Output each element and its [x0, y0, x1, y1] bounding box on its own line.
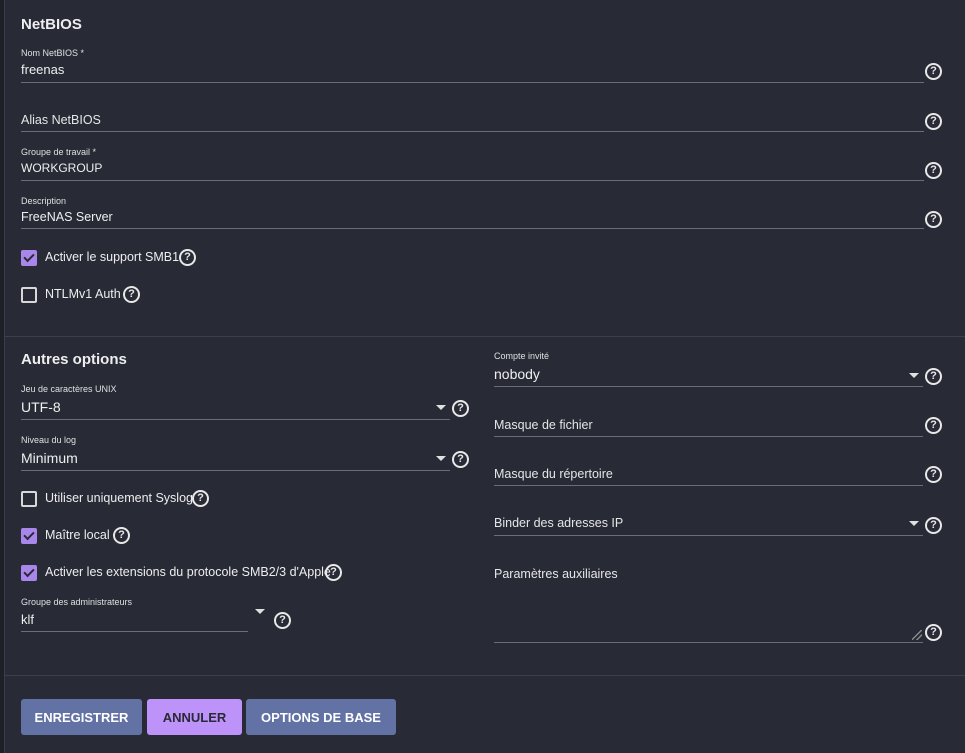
netbios-alias-field[interactable]: Alias NetBIOS: [21, 113, 924, 132]
netbios-alias-input[interactable]: Alias NetBIOS: [21, 113, 924, 127]
help-icon[interactable]: ?: [925, 624, 942, 641]
help-icon[interactable]: ?: [179, 249, 196, 266]
cancel-button[interactable]: ANNULER: [147, 699, 242, 735]
help-icon[interactable]: ?: [925, 517, 942, 534]
syslog-checkbox[interactable]: [21, 491, 37, 507]
help-icon[interactable]: ?: [113, 527, 130, 544]
aux-params-textarea[interactable]: Paramètres auxiliaires: [494, 567, 923, 643]
help-icon[interactable]: ?: [452, 400, 469, 417]
netbios-name-input[interactable]: freenas: [21, 62, 924, 77]
netbios-name-label: Nom NetBIOS *: [21, 48, 85, 58]
netbios-name-field[interactable]: Nom NetBIOS * freenas: [21, 48, 924, 83]
syslog-label[interactable]: Utiliser uniquement Syslog: [45, 491, 193, 505]
help-icon[interactable]: ?: [123, 286, 140, 303]
local-master-checkbox[interactable]: [21, 528, 37, 544]
workgroup-input[interactable]: WORKGROUP: [21, 161, 924, 175]
help-icon[interactable]: ?: [325, 564, 342, 581]
chevron-down-icon[interactable]: [909, 521, 919, 526]
charset-underline: [21, 419, 450, 420]
netbios-section-title: NetBIOS: [21, 16, 82, 33]
smb1-label[interactable]: Activer le support SMB1: [45, 250, 179, 264]
apple-ext-checkbox[interactable]: [21, 565, 37, 581]
basic-options-button[interactable]: OPTIONS DE BASE: [246, 699, 396, 735]
smb-settings-card: NetBIOS Nom NetBIOS * freenas ? Alias Ne…: [4, 0, 965, 753]
loglevel-select[interactable]: Niveau du log Minimum: [21, 435, 450, 471]
admin-group-input[interactable]: klf: [21, 612, 248, 627]
dirmask-input[interactable]: Masque du répertoire: [494, 467, 923, 481]
admin-group-underline: [21, 631, 248, 632]
netbios-name-underline: [21, 82, 924, 83]
section-divider: [5, 336, 965, 337]
guest-account-underline: [494, 386, 923, 387]
filemask-field[interactable]: Masque de fichier: [494, 418, 923, 437]
aux-params-placeholder: Paramètres auxiliaires: [494, 567, 618, 581]
admin-group-field[interactable]: Groupe des administrateurs klf: [21, 597, 248, 632]
help-icon[interactable]: ?: [925, 211, 942, 228]
charset-select[interactable]: Jeu de caractères UNIX UTF-8: [21, 384, 450, 420]
loglevel-label: Niveau du log: [21, 435, 77, 445]
charset-value[interactable]: UTF-8: [21, 399, 450, 415]
apple-ext-label[interactable]: Activer les extensions du protocole SMB2…: [45, 565, 331, 579]
local-master-label[interactable]: Maître local: [45, 528, 110, 542]
loglevel-value[interactable]: Minimum: [21, 450, 450, 466]
help-icon[interactable]: ?: [925, 466, 942, 483]
help-icon[interactable]: ?: [925, 63, 942, 80]
chevron-down-icon[interactable]: [909, 373, 919, 378]
dirmask-underline: [494, 485, 923, 486]
description-underline: [21, 228, 924, 229]
netbios-alias-underline: [21, 131, 924, 132]
charset-label: Jeu de caractères UNIX: [21, 384, 117, 394]
workgroup-label: Groupe de travail *: [21, 147, 97, 157]
description-label: Description: [21, 196, 67, 206]
workgroup-field[interactable]: Groupe de travail * WORKGROUP: [21, 147, 924, 181]
ntlmv1-label[interactable]: NTLMv1 Auth: [45, 287, 121, 301]
help-icon[interactable]: ?: [925, 113, 942, 130]
help-icon[interactable]: ?: [925, 417, 942, 434]
loglevel-underline: [21, 470, 450, 471]
help-icon[interactable]: ?: [925, 368, 942, 385]
filemask-input[interactable]: Masque de fichier: [494, 418, 923, 432]
ntlmv1-checkbox[interactable]: [21, 287, 37, 303]
help-icon[interactable]: ?: [274, 612, 291, 629]
bind-ip-select[interactable]: Binder des adresses IP: [494, 516, 923, 536]
description-field[interactable]: Description FreeNAS Server: [21, 196, 924, 229]
guest-account-label: Compte invité: [494, 351, 550, 361]
help-icon[interactable]: ?: [925, 162, 942, 179]
resize-handle-icon[interactable]: [912, 630, 922, 640]
aux-params-underline: [494, 642, 923, 643]
other-section-title: Autres options: [21, 351, 127, 368]
workgroup-underline: [21, 180, 924, 181]
chevron-down-icon[interactable]: [436, 456, 446, 461]
help-icon[interactable]: ?: [452, 451, 469, 468]
admin-group-label: Groupe des administrateurs: [21, 597, 133, 607]
save-button[interactable]: ENREGISTRER: [21, 699, 142, 735]
dirmask-field[interactable]: Masque du répertoire: [494, 467, 923, 486]
guest-account-select[interactable]: Compte invité nobody: [494, 351, 923, 387]
smb1-checkbox[interactable]: [21, 250, 37, 266]
actions-divider: [5, 675, 965, 676]
description-input[interactable]: FreeNAS Server: [21, 210, 924, 224]
chevron-down-icon[interactable]: [436, 405, 446, 410]
chevron-down-icon[interactable]: [255, 609, 265, 614]
help-icon[interactable]: ?: [192, 490, 209, 507]
bind-ip-value[interactable]: Binder des adresses IP: [494, 516, 923, 530]
guest-account-value[interactable]: nobody: [494, 366, 923, 382]
bind-ip-underline: [494, 535, 923, 536]
filemask-underline: [494, 436, 923, 437]
